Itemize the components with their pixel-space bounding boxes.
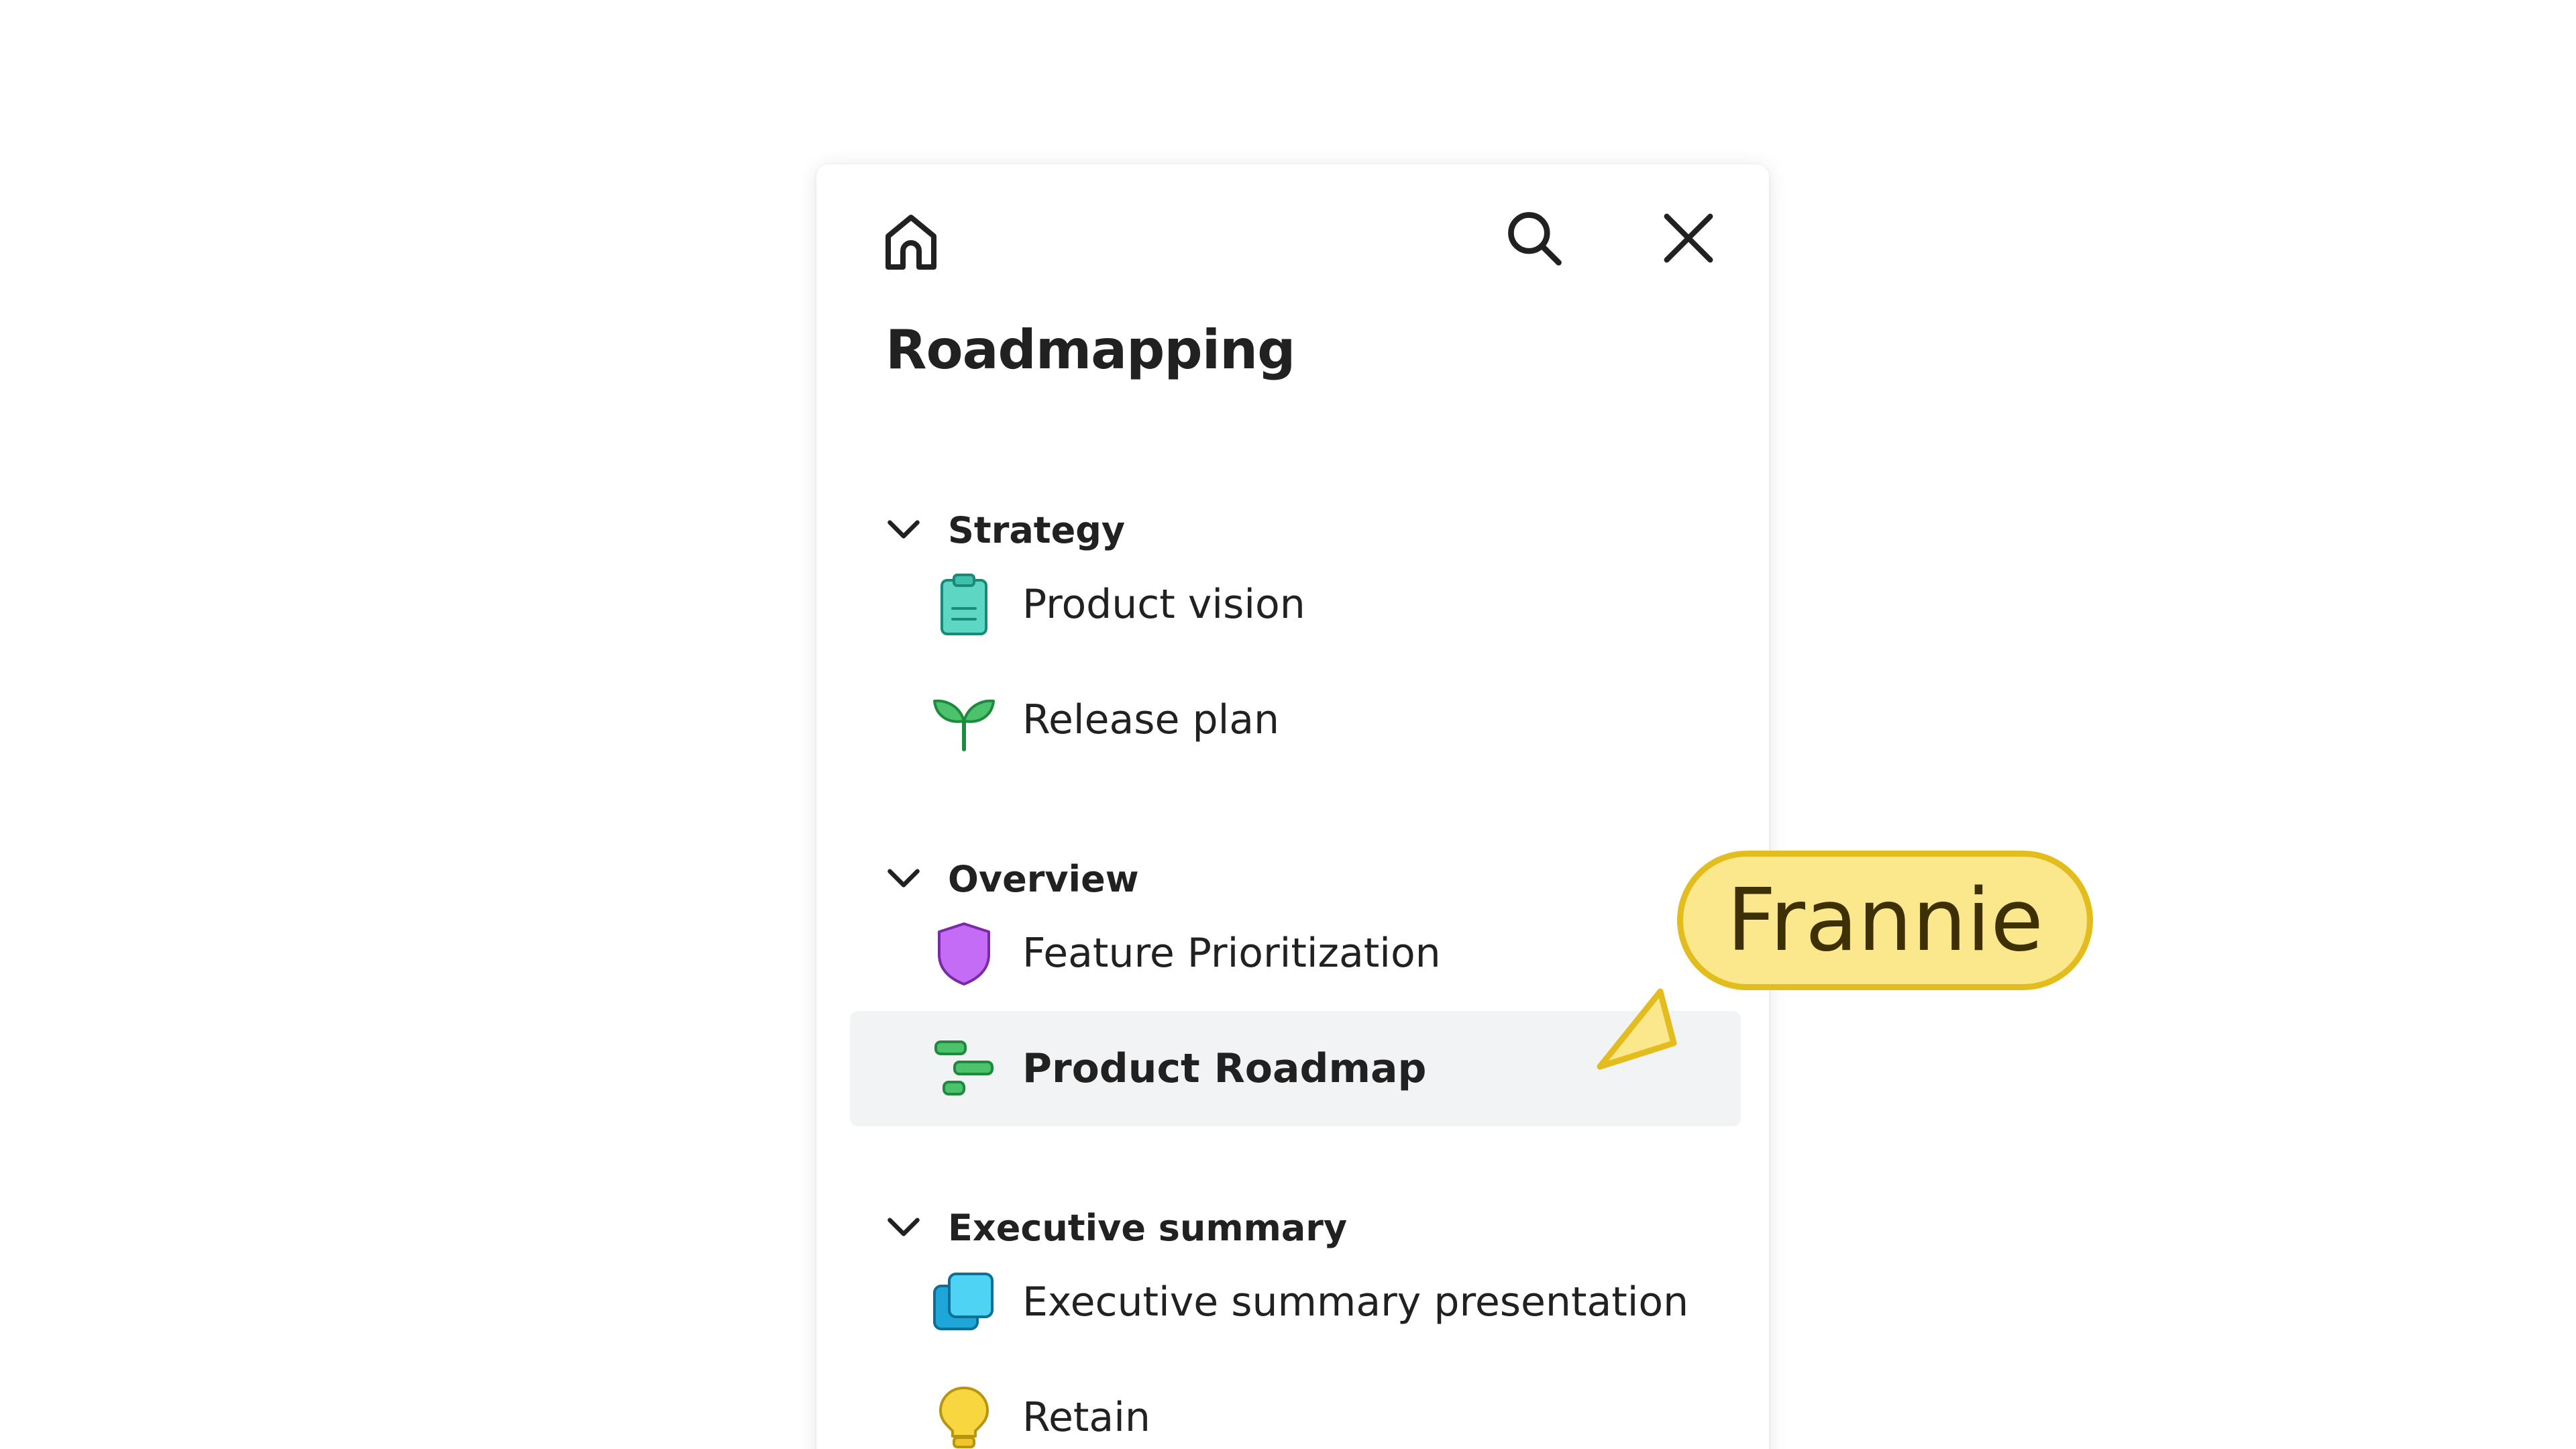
- chevron-down-icon: [883, 510, 924, 550]
- home-icon: [885, 215, 936, 270]
- slides-icon: [930, 1269, 998, 1336]
- chevron-down-icon: [883, 859, 924, 899]
- lightbulb-icon: [930, 1384, 998, 1449]
- nav-item-retain[interactable]: Retain: [850, 1360, 1741, 1449]
- sprout-icon: [930, 686, 998, 753]
- nav-item-release-plan[interactable]: Release plan: [850, 662, 1741, 777]
- search-icon: [1508, 212, 1562, 266]
- nav-item-label: Retain: [1022, 1394, 1150, 1441]
- nav-item-label: Release plan: [1022, 696, 1280, 743]
- home-button[interactable]: [874, 205, 948, 278]
- nav-item-label: Product vision: [1022, 581, 1305, 628]
- close-icon: [1664, 213, 1713, 263]
- section-label: Overview: [948, 857, 1139, 900]
- section-label: Strategy: [948, 508, 1126, 551]
- clipboard-icon: [930, 571, 998, 638]
- nav-item-label: Feature Prioritization: [1022, 930, 1441, 977]
- nav-item-label: Product Roadmap: [1022, 1045, 1427, 1092]
- section-label: Executive summary: [948, 1206, 1348, 1249]
- collaborator-name-tag: Frannie: [1677, 851, 2093, 990]
- canvas: Roadmapping Strategy Product vision Rele…: [0, 0, 2576, 1449]
- close-button[interactable]: [1655, 205, 1722, 272]
- roadmap-bars-icon: [930, 1035, 998, 1102]
- panel-title: Roadmapping: [885, 319, 1295, 381]
- chevron-down-icon: [883, 1208, 924, 1248]
- navigation-panel: Roadmapping Strategy Product vision Rele…: [816, 164, 1769, 1449]
- collaborator-cursor-icon: [1597, 988, 1677, 1070]
- nav-item-product-vision[interactable]: Product vision: [850, 547, 1741, 662]
- nav-item-executive-summary-presentation[interactable]: Executive summary presentation: [850, 1244, 1741, 1360]
- nav-item-label: Executive summary presentation: [1022, 1279, 1689, 1326]
- shield-icon: [930, 920, 998, 987]
- search-button[interactable]: [1501, 205, 1568, 272]
